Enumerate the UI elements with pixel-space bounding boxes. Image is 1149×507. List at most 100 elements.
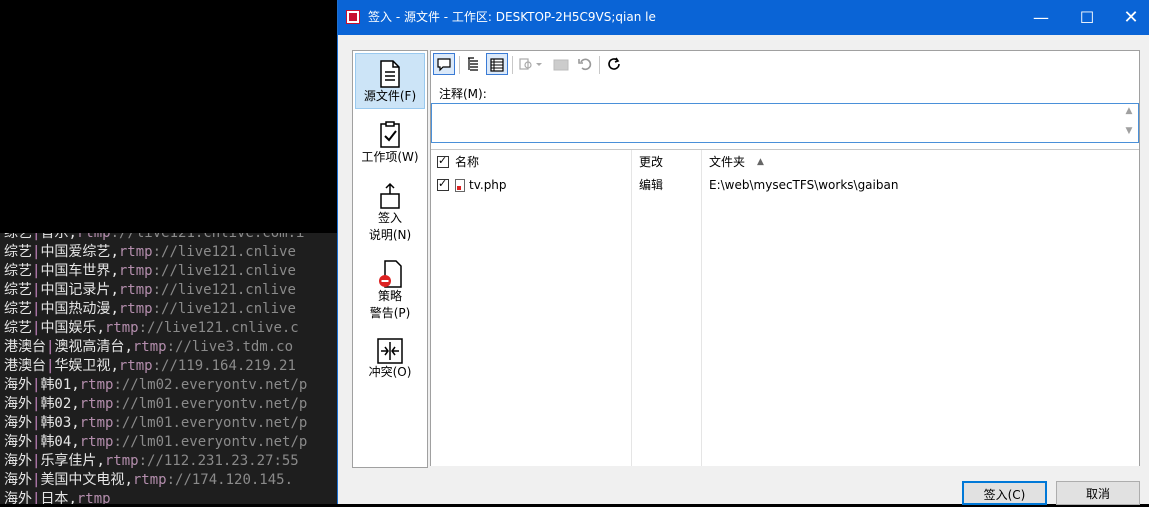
terminal-line-comma: , — [71, 415, 80, 431]
terminal-line-url: ://live3.tdm.co — [166, 339, 294, 355]
tree-view-button[interactable] — [463, 53, 485, 75]
terminal-line-comma: , — [124, 339, 133, 355]
terminal-line-channel: 中国记录片 — [40, 282, 111, 298]
app-icon — [346, 10, 360, 24]
terminal-line-protocol: rtmp — [79, 434, 114, 450]
terminal-line-category: 综艺 — [4, 282, 32, 298]
terminal-line: 综艺|音乐,rtmp://live121.cnlive.com.i — [0, 233, 340, 243]
nav-source-files[interactable]: 源文件(F) — [355, 53, 425, 109]
nav-checkin-notes[interactable]: 签入 说明(N) — [355, 179, 425, 247]
nav-work-items[interactable]: 工作项(W) — [355, 117, 425, 173]
terminal-line-channel: 韩03 — [40, 415, 72, 431]
terminal-line-comma: , — [110, 282, 119, 298]
terminal-line-protocol: rtmp — [79, 415, 114, 431]
nav-conflicts-label: 冲突(O) — [368, 365, 412, 379]
clipboard-check-icon — [380, 121, 400, 148]
terminal-line-category: 综艺 — [4, 244, 32, 260]
row-checkbox[interactable] — [437, 177, 449, 191]
terminal-line: 综艺|中国热动漫,rtmp://live121.cnlive — [0, 300, 340, 319]
list-view-button[interactable] — [486, 53, 508, 75]
terminal-line-channel: 中国热动漫 — [40, 301, 111, 317]
terminal-line-protocol: rtmp — [79, 377, 114, 393]
terminal-line: 海外|韩02,rtmp://lm01.everyontv.net/p — [0, 395, 340, 414]
php-file-icon — [455, 179, 465, 192]
terminal-line-channel: 中国娱乐 — [40, 320, 97, 336]
list-view-icon — [490, 58, 504, 72]
comment-input[interactable]: ▲ ▼ — [431, 103, 1139, 143]
nav-conflicts[interactable]: 冲突(O) — [355, 335, 425, 385]
terminal-line-url: ://119.164.219.21 — [152, 358, 296, 374]
terminal-line-url: ://lm01.everyontv.net/p — [113, 434, 308, 450]
terminal-line-comma: , — [124, 472, 133, 488]
terminal-line-protocol: rtmp — [118, 358, 153, 374]
column-header-name[interactable]: 名称 — [455, 150, 479, 174]
comment-scrollbar[interactable]: ▲ ▼ — [1122, 106, 1136, 140]
minimize-button[interactable]: — — [1018, 0, 1064, 35]
terminal-line-category: 海外 — [4, 377, 32, 393]
terminal-line-url: ://lm02.everyontv.net/p — [113, 377, 308, 393]
terminal-line-protocol: rtmp — [118, 263, 153, 279]
terminal-line-category: 海外 — [4, 472, 32, 488]
terminal-line-comma: , — [71, 434, 80, 450]
terminal-line-comma: , — [110, 358, 119, 374]
terminal-line-url: ://lm01.everyontv.net/p — [113, 415, 308, 431]
terminal-line: 港澳台|华娱卫视,rtmp://119.164.219.21 — [0, 357, 340, 376]
terminal-line-category: 综艺 — [4, 263, 32, 279]
terminal-line-protocol: rtmp — [104, 320, 139, 336]
nav-policy-warnings-label2: 警告(P) — [369, 306, 411, 320]
terminal-line-category: 海外 — [4, 434, 32, 450]
terminal-window: 综艺|音乐,rtmp://live121.cnlive.com.i 综艺|中国爱综… — [0, 0, 340, 504]
terminal-line-channel: 音乐 — [40, 233, 69, 241]
terminal-line: 综艺|中国车世界,rtmp://live121.cnlive — [0, 262, 340, 281]
terminal-line-channel: 韩01 — [40, 377, 72, 393]
title-bar[interactable]: 签入 - 源文件 - 工作区: DESKTOP-2H5C9VS;qian le … — [338, 0, 1149, 35]
terminal-line-category: 海外 — [4, 453, 32, 469]
terminal-line-channel: 澳视高清台 — [54, 339, 125, 355]
terminal-line: 海外|乐享佳片,rtmp://112.231.23.27:55 — [0, 452, 340, 471]
nav-work-items-label: 工作项(W) — [361, 150, 419, 164]
cancel-button[interactable]: 取消 — [1056, 481, 1140, 505]
nav-policy-warnings[interactable]: 策略 警告(P) — [355, 257, 425, 325]
terminal-line-protocol: rtmp — [76, 233, 111, 241]
terminal-line-protocol: rtmp — [132, 339, 167, 355]
nav-checkin-notes-label1: 签入 — [377, 211, 402, 225]
window-title: 签入 - 源文件 - 工作区: DESKTOP-2H5C9VS;qian le — [368, 10, 656, 24]
terminal-line-comma: , — [68, 233, 77, 241]
terminal-line-comma: , — [71, 377, 80, 393]
tree-view-icon — [468, 57, 478, 71]
column-header-change[interactable]: 更改 — [639, 150, 663, 174]
terminal-line-category: 海外 — [4, 491, 32, 504]
terminal-line-comma: , — [110, 263, 119, 279]
conflict-icon — [377, 338, 403, 364]
terminal-line-channel: 乐享佳片 — [40, 453, 97, 469]
select-all-checkbox[interactable] — [437, 154, 449, 168]
terminal-line-protocol: rtmp — [118, 282, 153, 298]
refresh-button[interactable] — [603, 53, 625, 75]
terminal-line-url: ://174.120.145. — [166, 472, 294, 488]
terminal-line-protocol: rtmp — [104, 453, 139, 469]
undo-icon — [578, 58, 592, 71]
toolbar — [431, 51, 1139, 79]
toggle-comment-button[interactable] — [433, 53, 455, 75]
terminal-line-channel: 中国爱综艺 — [40, 244, 111, 260]
close-button[interactable]: ✕ — [1108, 0, 1149, 35]
terminal-line: 海外|韩01,rtmp://lm02.everyontv.net/p — [0, 376, 340, 395]
terminal-line-channel: 美国中文电视 — [40, 472, 125, 488]
row-change-type: 编辑 — [639, 178, 664, 192]
speech-bubble-icon — [437, 58, 451, 72]
checkin-button[interactable]: 签入(C) — [962, 481, 1047, 505]
column-divider — [701, 150, 702, 466]
checkin-dialog: 签入 - 源文件 - 工作区: DESKTOP-2H5C9VS;qian le … — [337, 0, 1149, 505]
terminal-line-category: 综艺 — [4, 233, 32, 241]
column-header-folder[interactable]: 文件夹 — [709, 150, 745, 174]
terminal-line-protocol: rtmp — [132, 472, 167, 488]
terminal-line-channel: 韩02 — [40, 396, 72, 412]
compare-icon — [519, 58, 542, 70]
terminal-line-protocol: rtmp — [76, 491, 111, 504]
terminal-line-url: ://live121.cnlive.c — [138, 320, 299, 336]
terminal-line: 综艺|中国记录片,rtmp://live121.cnlive — [0, 281, 340, 300]
terminal-line: 海外|韩04,rtmp://lm01.everyontv.net/p — [0, 433, 340, 452]
terminal-line-url: ://live121.cnlive — [152, 301, 296, 317]
maximize-button[interactable]: ☐ — [1064, 0, 1110, 35]
terminal-line-channel: 韩04 — [40, 434, 72, 450]
